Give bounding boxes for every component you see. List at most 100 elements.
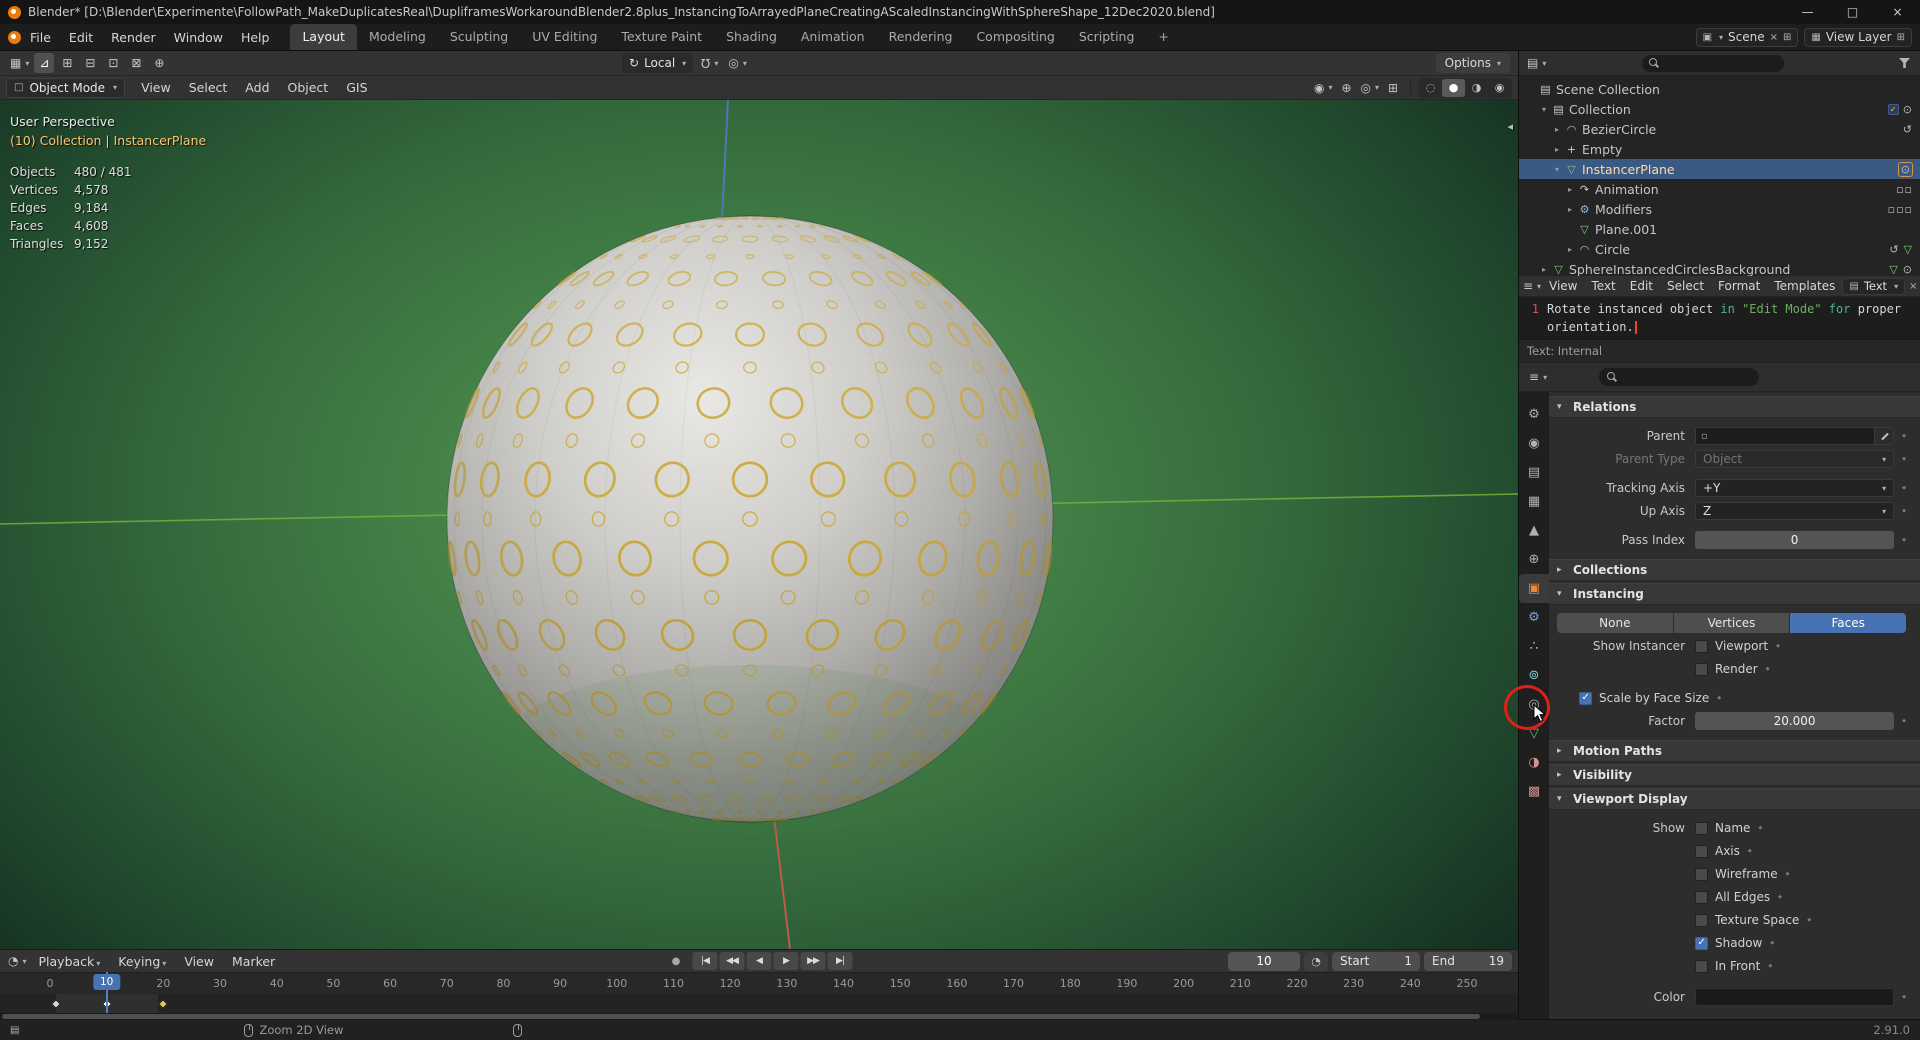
- properties-tab-particles[interactable]: ∴: [1519, 632, 1549, 661]
- workspace-tab-sculpting[interactable]: Sculpting: [438, 24, 520, 50]
- instancing-faces-button[interactable]: Faces: [1790, 613, 1906, 633]
- properties-tab-texture[interactable]: ▩: [1519, 777, 1549, 806]
- collection-checkbox[interactable]: [1887, 103, 1899, 115]
- jump-to-start-button[interactable]: |◀: [692, 952, 718, 970]
- playhead[interactable]: 10: [92, 972, 121, 1013]
- view-layer-selector[interactable]: ▦ View Layer ⊞: [1804, 27, 1912, 47]
- menu-help[interactable]: Help: [232, 27, 279, 48]
- maximize-button[interactable]: □: [1830, 0, 1875, 24]
- overlays-toggle[interactable]: ◎ ▾: [1359, 78, 1382, 98]
- show-instancer-render-checkbox[interactable]: [1695, 662, 1708, 676]
- motion-paths-section-header[interactable]: ▸ Motion Paths: [1549, 740, 1920, 762]
- expand-icon[interactable]: ▾: [1538, 105, 1550, 114]
- mesh-data-icon[interactable]: ▽: [1889, 263, 1898, 276]
- transform-orientation-dropdown[interactable]: ↻ Local ▾: [622, 53, 694, 73]
- workspace-tab-uv-editing[interactable]: UV Editing: [520, 24, 609, 50]
- viewport-menu-view[interactable]: View: [132, 77, 180, 98]
- viewport-menu-add[interactable]: Add: [236, 77, 278, 98]
- viewport-canvas[interactable]: User Perspective (10) Collection | Insta…: [0, 100, 1518, 949]
- checkbox-name[interactable]: [1695, 821, 1708, 835]
- expand-icon[interactable]: ▸: [1564, 185, 1576, 194]
- text-menu-view[interactable]: View: [1542, 276, 1584, 297]
- outliner-row-collection[interactable]: ▾▤ Collection ⊙: [1519, 99, 1920, 119]
- text-menu-templates[interactable]: Templates: [1767, 276, 1842, 297]
- scale-by-face-checkbox[interactable]: [1579, 691, 1592, 705]
- pass-index-field[interactable]: 0: [1695, 531, 1895, 549]
- eyedropper-button[interactable]: [1874, 427, 1895, 445]
- play-button[interactable]: ▶: [773, 952, 799, 970]
- new-view-layer-icon[interactable]: ⊞: [1897, 32, 1905, 43]
- checkbox-axis[interactable]: [1695, 844, 1708, 858]
- play-reverse-button[interactable]: ◀: [746, 952, 772, 970]
- expand-icon[interactable]: ▸: [1564, 205, 1576, 214]
- editor-type-button[interactable]: ▦ ▾: [8, 53, 31, 73]
- sidebar-collapse-arrow[interactable]: ◂: [1507, 120, 1513, 133]
- menu-window[interactable]: Window: [165, 27, 232, 48]
- select-mode-2-button[interactable]: ⊟: [80, 53, 100, 73]
- viewport-display-section-header[interactable]: ▾ Viewport Display: [1549, 788, 1920, 810]
- end-frame-field[interactable]: End 19: [1424, 951, 1512, 971]
- viewport-menu-object[interactable]: Object: [279, 77, 338, 98]
- timeline-editor-type-button[interactable]: ◔ ▾: [6, 951, 29, 971]
- properties-tab-object-data[interactable]: ▽: [1519, 719, 1549, 748]
- previous-keyframe-button[interactable]: ◀◀: [719, 952, 745, 970]
- new-scene-icon[interactable]: ⊞: [1783, 32, 1791, 43]
- visibility-dropdown[interactable]: ◉ ▾: [1312, 78, 1335, 98]
- properties-tab-modifiers[interactable]: ⚙: [1519, 603, 1549, 632]
- gizmo-toggle[interactable]: ⊕: [1337, 78, 1357, 98]
- keyframe-diamond[interactable]: [158, 998, 169, 1009]
- outliner-row-modifiers[interactable]: ▸ ⚙ Modifiers ▫▫▫: [1519, 199, 1920, 219]
- text-editor-type-button[interactable]: ≡ ▾: [1522, 276, 1542, 296]
- options-dropdown[interactable]: Options ▾: [1435, 53, 1510, 73]
- visibility-section-header[interactable]: ▸ Visibility: [1549, 764, 1920, 786]
- properties-tab-scene[interactable]: ▲: [1519, 516, 1549, 545]
- menu-edit[interactable]: Edit: [60, 27, 102, 48]
- minimize-button[interactable]: —: [1785, 0, 1830, 24]
- text-menu-edit[interactable]: Edit: [1623, 276, 1660, 297]
- blender-menu-icon[interactable]: [8, 30, 21, 44]
- mesh-data-icon[interactable]: ▽: [1904, 243, 1913, 256]
- jump-to-end-button[interactable]: ▶|: [827, 952, 853, 970]
- viewport-menu-select[interactable]: Select: [180, 77, 237, 98]
- properties-search-input[interactable]: [1599, 368, 1760, 386]
- unlink-scene-icon[interactable]: ×: [1770, 32, 1778, 43]
- checkbox-texture-space[interactable]: [1695, 913, 1708, 927]
- expand-icon[interactable]: ▸: [1551, 145, 1563, 154]
- timeline-menu-playback[interactable]: Playback ▾: [30, 951, 110, 972]
- workspace-tab-layout[interactable]: Layout: [290, 24, 357, 50]
- keyframe-track[interactable]: [0, 994, 1518, 1013]
- workspace-tab-texture-paint[interactable]: Texture Paint: [609, 24, 714, 50]
- eye-icon[interactable]: ⊙: [1897, 161, 1913, 177]
- curve-data-icon[interactable]: ↺: [1903, 123, 1913, 136]
- properties-tab-view-layer[interactable]: ▦: [1519, 487, 1549, 516]
- relations-section-header[interactable]: ▾ Relations: [1549, 396, 1920, 418]
- toggles-icon[interactable]: ▫▫▫: [1888, 203, 1913, 216]
- color-field[interactable]: [1695, 988, 1895, 1006]
- properties-tab-constraints[interactable]: ◎: [1519, 690, 1549, 719]
- properties-tab-output[interactable]: ▤: [1519, 458, 1549, 487]
- start-frame-field[interactable]: Start 1: [1332, 951, 1420, 971]
- next-keyframe-button[interactable]: ▶▶: [800, 952, 826, 970]
- expand-icon[interactable]: ▸: [1564, 245, 1576, 254]
- up-axis-dropdown[interactable]: Z ▾: [1695, 502, 1895, 520]
- checkbox-shadow[interactable]: [1695, 936, 1708, 950]
- outliner-row-scene-collection[interactable]: ▤ Scene Collection: [1519, 79, 1920, 99]
- unlink-text-icon[interactable]: ×: [1909, 281, 1917, 292]
- show-instancer-viewport-checkbox[interactable]: [1695, 639, 1708, 653]
- timeline-menu-marker[interactable]: Marker: [223, 951, 284, 972]
- select-mode-1-button[interactable]: ⊞: [57, 53, 77, 73]
- select-mode-3-button[interactable]: ⊡: [103, 53, 123, 73]
- parent-field[interactable]: ▫: [1695, 427, 1875, 445]
- properties-editor-type-button[interactable]: ≡ ▾: [1527, 367, 1549, 387]
- eye-icon[interactable]: ⊙: [1903, 263, 1913, 276]
- shading-solid-button[interactable]: ●: [1442, 78, 1465, 97]
- scene-selector[interactable]: ▣ ▾ Scene × ⊞: [1695, 27, 1799, 47]
- shading-rendered-button[interactable]: ◉: [1488, 79, 1511, 97]
- workspace-tab-scripting[interactable]: Scripting: [1067, 24, 1147, 50]
- instancing-vertices-button[interactable]: Vertices: [1673, 613, 1790, 633]
- timeline-scrollbar[interactable]: [2, 1014, 1480, 1019]
- expand-icon[interactable]: ▸: [1551, 125, 1563, 134]
- checkbox-wireframe[interactable]: [1695, 867, 1708, 881]
- tracking-axis-dropdown[interactable]: +Y ▾: [1695, 479, 1895, 497]
- workspace-tab-shading[interactable]: Shading: [714, 24, 789, 50]
